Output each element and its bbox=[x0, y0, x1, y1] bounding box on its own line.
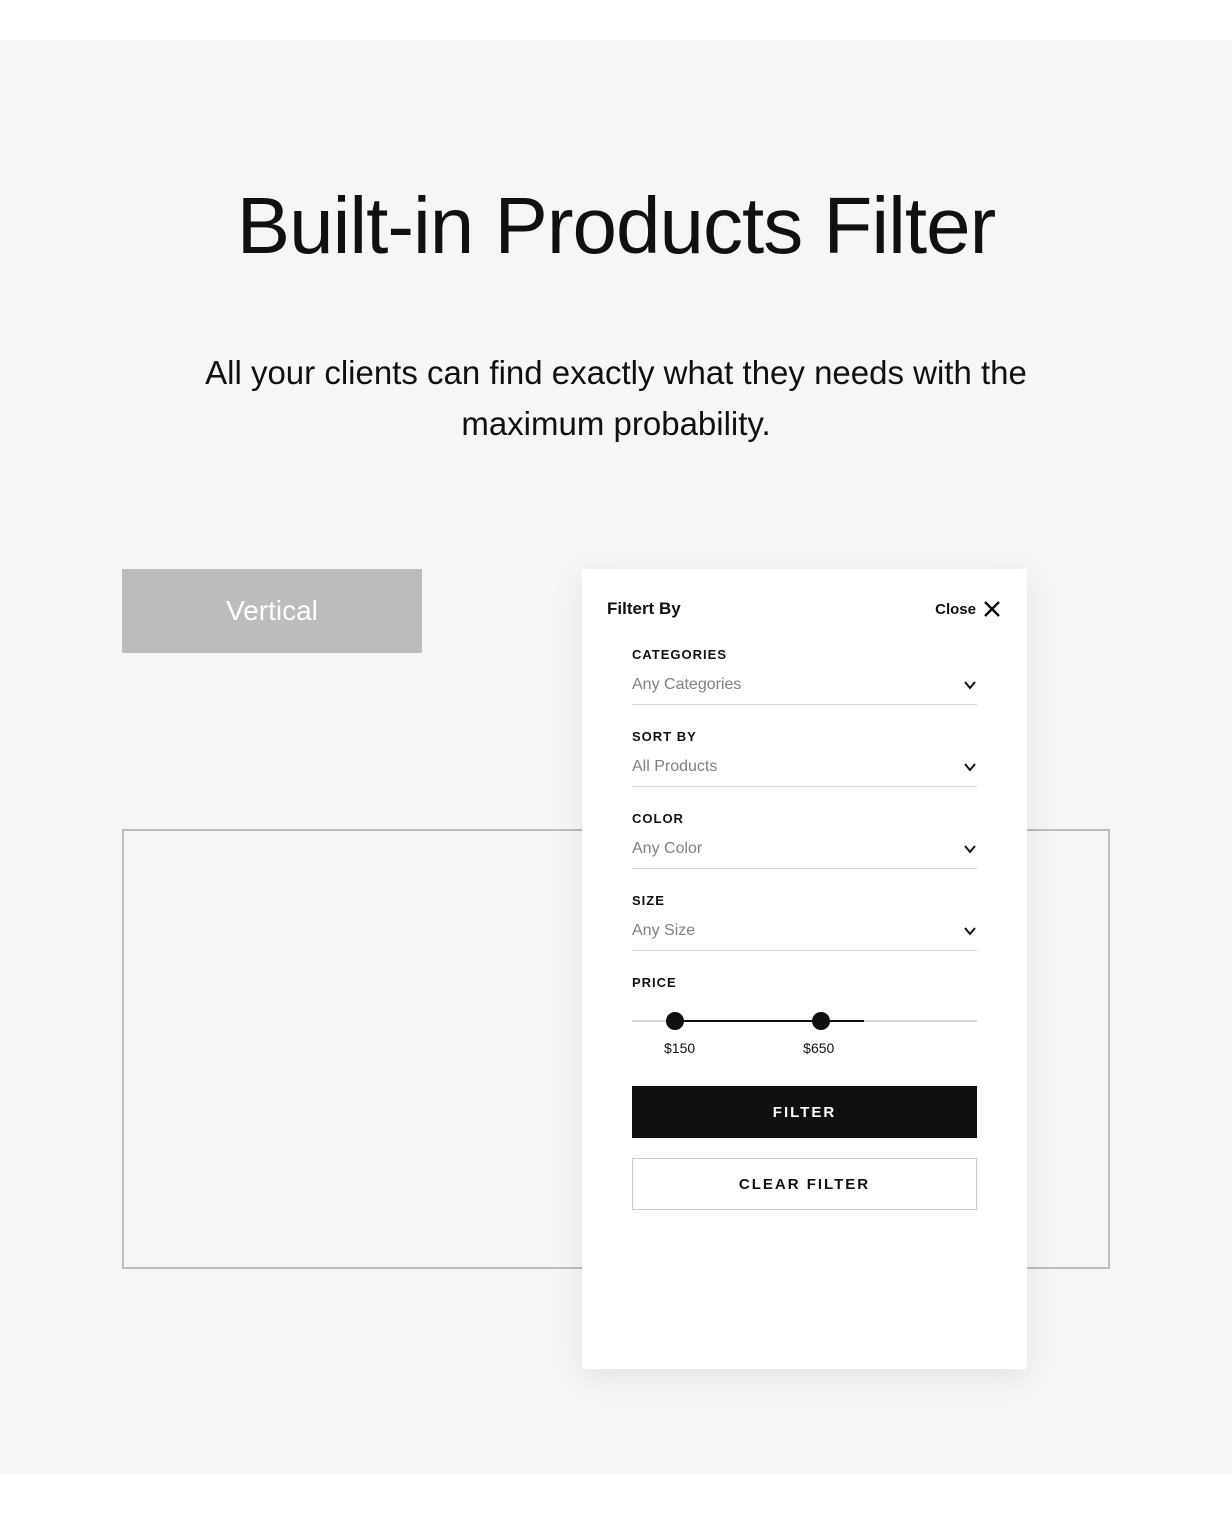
clear-filter-button-label: CLEAR FILTER bbox=[739, 1176, 870, 1193]
chevron-down-icon bbox=[963, 842, 977, 856]
content-layout: Vertical Filtert By Close C bbox=[0, 569, 1232, 653]
price-slider[interactable] bbox=[632, 1012, 977, 1030]
panel-title: Filtert By bbox=[607, 599, 681, 619]
select-color[interactable]: Any Color bbox=[632, 832, 977, 869]
value-sortby: All Products bbox=[632, 758, 717, 776]
clear-filter-button[interactable]: CLEAR FILTER bbox=[632, 1158, 977, 1210]
select-size[interactable]: Any Size bbox=[632, 914, 977, 951]
label-color: COLOR bbox=[632, 811, 977, 826]
vertical-tab-label: Vertical bbox=[226, 595, 318, 627]
label-size: SIZE bbox=[632, 893, 977, 908]
section-sortby: SORT BY All Products bbox=[632, 729, 977, 787]
select-categories[interactable]: Any Categories bbox=[632, 668, 977, 705]
section-price: PRICE $150 $650 bbox=[632, 975, 977, 1056]
page-subtitle: All your clients can find exactly what t… bbox=[166, 347, 1066, 449]
price-labels: $150 $650 bbox=[632, 1040, 977, 1056]
close-button[interactable]: Close bbox=[935, 599, 1002, 619]
chevron-down-icon bbox=[963, 678, 977, 692]
filter-panel: Filtert By Close CATEGORIES Any Cate bbox=[582, 569, 1027, 1369]
filter-button-label: FILTER bbox=[773, 1104, 836, 1121]
price-max: $650 bbox=[803, 1040, 834, 1056]
chevron-down-icon bbox=[963, 924, 977, 938]
select-sortby[interactable]: All Products bbox=[632, 750, 977, 787]
panel-body: CATEGORIES Any Categories SORT BY All Pr… bbox=[607, 647, 1002, 1056]
value-size: Any Size bbox=[632, 922, 695, 940]
slider-handle-min[interactable] bbox=[666, 1012, 684, 1030]
price-min: $150 bbox=[664, 1040, 695, 1056]
value-categories: Any Categories bbox=[632, 676, 741, 694]
label-price: PRICE bbox=[632, 975, 977, 990]
vertical-tab[interactable]: Vertical bbox=[122, 569, 422, 653]
filter-button[interactable]: FILTER bbox=[632, 1086, 977, 1138]
page-title: Built-in Products Filter bbox=[0, 180, 1232, 272]
section-categories: CATEGORIES Any Categories bbox=[632, 647, 977, 705]
section-size: SIZE Any Size bbox=[632, 893, 977, 951]
chevron-down-icon bbox=[963, 760, 977, 774]
label-categories: CATEGORIES bbox=[632, 647, 977, 662]
close-icon bbox=[982, 599, 1002, 619]
slider-handle-max[interactable] bbox=[812, 1012, 830, 1030]
label-sortby: SORT BY bbox=[632, 729, 977, 744]
slider-track-active bbox=[674, 1020, 864, 1022]
section-color: COLOR Any Color bbox=[632, 811, 977, 869]
value-color: Any Color bbox=[632, 840, 702, 858]
page-container: Built-in Products Filter All your client… bbox=[0, 40, 1232, 1474]
close-label: Close bbox=[935, 601, 976, 618]
panel-header: Filtert By Close bbox=[607, 599, 1002, 619]
